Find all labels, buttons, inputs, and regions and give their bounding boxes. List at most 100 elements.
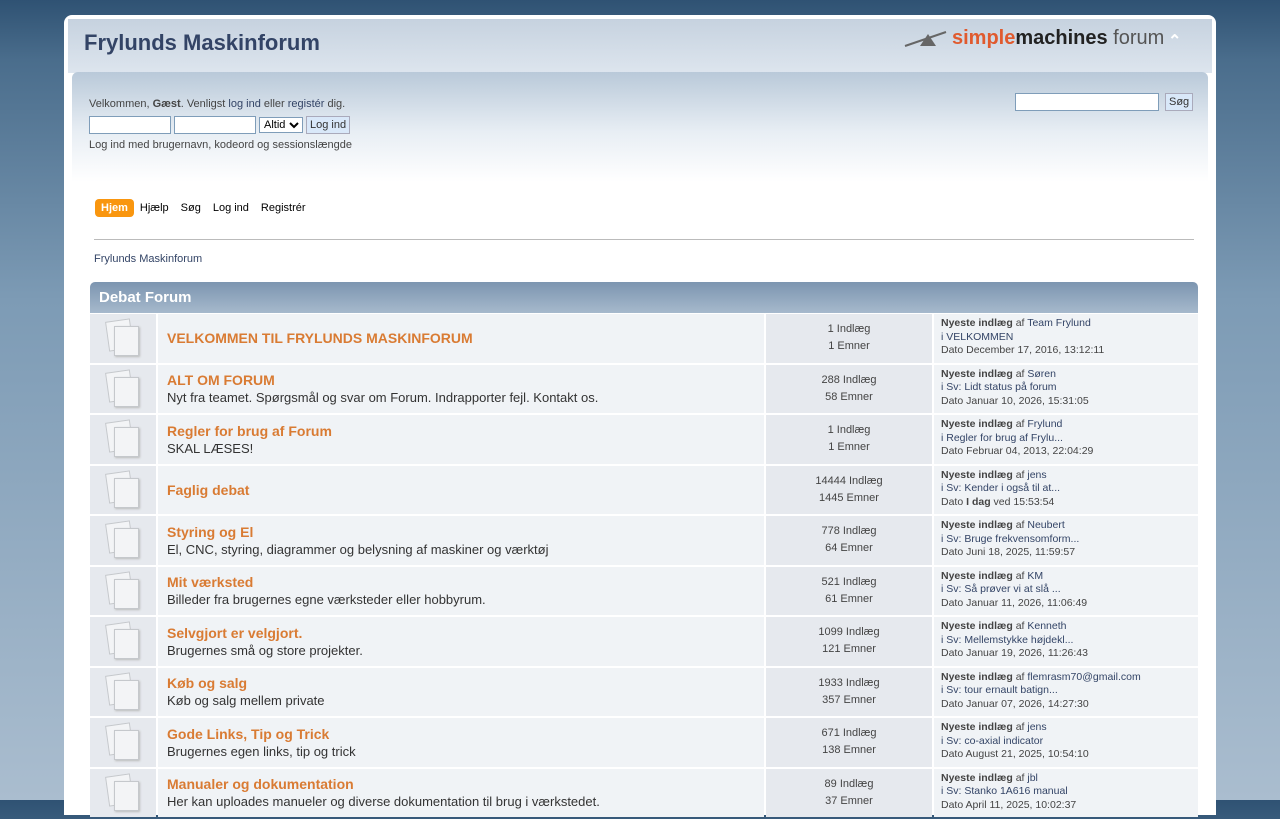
post-count: 1 Indlæg — [827, 323, 871, 336]
last-post: Nyeste indlæg af KM i Sv: Så prøver vi at… — [934, 566, 1198, 615]
last-post-author[interactable]: jens — [1027, 721, 1046, 733]
last-post-topic[interactable]: i Sv: Bruge frekvensomform... — [941, 533, 1079, 545]
category-header[interactable]: Debat Forum — [90, 282, 1198, 313]
login-link[interactable]: log ind — [228, 98, 260, 110]
last-post-author[interactable]: Frylund — [1027, 418, 1062, 430]
board-stats: 14444 Indlæg 1445 Emner — [766, 465, 932, 514]
last-post-author[interactable]: jens — [1027, 469, 1046, 481]
last-post-author[interactable]: KM — [1027, 570, 1043, 582]
menu-home[interactable]: Hjem — [95, 199, 134, 217]
board-name[interactable]: Gode Links, Tip og Trick — [167, 726, 755, 742]
board-icon[interactable] — [90, 617, 156, 666]
newest-label: Nyeste indlæg — [941, 771, 1013, 784]
menu-search[interactable]: Søg — [175, 199, 207, 217]
topic-count: 1 Emner — [828, 340, 870, 353]
last-post-topic[interactable]: i Sv: co-axial indicator — [941, 735, 1043, 747]
last-post: Nyeste indlæg af Frylund i Regler for bru… — [934, 415, 1198, 464]
last-post-topic[interactable]: i Sv: Stanko 1A616 manual — [941, 785, 1068, 797]
last-post-topic[interactable]: i Sv: Kender i også til at... — [941, 482, 1060, 494]
page-wrapper: Frylunds Maskinforum simplemachines foru… — [64, 15, 1216, 817]
register-link[interactable]: registér — [288, 98, 325, 110]
board-description: Nyt fra teamet. Spørgsmål og svar om For… — [167, 390, 599, 406]
board-icon[interactable] — [90, 516, 156, 565]
topic-count: 121 Emner — [822, 643, 876, 656]
newest-label: Nyeste indlæg — [941, 569, 1013, 582]
board-name[interactable]: Mit værksted — [167, 574, 755, 590]
last-post-author[interactable]: jbl — [1027, 772, 1038, 784]
newest-label: Nyeste indlæg — [941, 721, 1013, 733]
board-info: Manualer og dokumentation Her kan uploade… — [158, 768, 764, 817]
board-row: ALT OM FORUM Nyt fra teamet. Spørgsmål og… — [90, 364, 1198, 413]
last-post-topic[interactable]: i VELKOMMEN — [941, 331, 1013, 343]
board-stats: 1 Indlæg 1 Emner — [766, 415, 932, 464]
search-button[interactable]: Søg — [1165, 93, 1194, 111]
topic-count: 357 Emner — [822, 693, 876, 706]
last-post-topic[interactable]: i Sv: Lidt status på forum — [941, 381, 1057, 393]
board-stats: 89 Indlæg 37 Emner — [766, 768, 932, 817]
board-name[interactable]: Regler for brug af Forum — [167, 423, 755, 439]
board-icon[interactable] — [90, 768, 156, 817]
date-label: Dato — [941, 596, 967, 609]
menu-help[interactable]: Hjælp — [134, 199, 175, 217]
last-post-author[interactable]: Søren — [1027, 368, 1056, 380]
board-name[interactable]: Manualer og dokumentation — [167, 776, 755, 792]
date-today: I dag — [966, 495, 991, 508]
session-length-select[interactable]: Altid — [259, 117, 303, 133]
last-post-author[interactable]: Neubert — [1027, 519, 1064, 531]
last-post-topic[interactable]: i Regler for brug af Frylu... — [941, 432, 1063, 444]
topic-count: 1 Emner — [828, 441, 870, 454]
board-icon[interactable] — [90, 566, 156, 615]
last-post-author[interactable]: Kenneth — [1027, 620, 1066, 632]
board-name[interactable]: VELKOMMEN TIL FRYLUNDS MASKINFORUM — [167, 330, 755, 346]
board-info: Mit værksted Billeder fra brugernes egne … — [158, 566, 764, 615]
post-count: 778 Indlæg — [821, 525, 877, 538]
newest-label: Nyeste indlæg — [941, 670, 1013, 683]
last-post-topic[interactable]: i Sv: Så prøver vi at slå ... — [941, 583, 1061, 595]
by-label: af — [1012, 569, 1028, 582]
post-count: 288 Indlæg — [821, 373, 877, 386]
board-description: Her kan uploades manueler og diverse dok… — [167, 794, 600, 810]
smf-logo[interactable]: simplemachines forum — [904, 27, 1164, 50]
forum-title[interactable]: Frylunds Maskinforum — [84, 30, 320, 56]
collapse-icon[interactable]: ⌃ — [1168, 31, 1181, 51]
board-icon[interactable] — [90, 364, 156, 413]
board-info: VELKOMMEN TIL FRYLUNDS MASKINFORUM — [158, 314, 764, 363]
last-post-date: April 11, 2025, 10:02:37 — [965, 798, 1077, 811]
date-label: Dato — [941, 445, 967, 457]
board-info: Selvgjort er velgjort. Brugernes små og s… — [158, 617, 764, 666]
board-icon[interactable] — [90, 465, 156, 514]
board-row: Regler for brug af Forum SKAL LÆSES! 1 In… — [90, 415, 1198, 464]
date-label: Dato — [941, 697, 967, 710]
board-row: VELKOMMEN TIL FRYLUNDS MASKINFORUM 1 Ind… — [90, 314, 1198, 363]
last-post: Nyeste indlæg af Team Frylund i VELKOMMEN… — [934, 314, 1198, 363]
breadcrumb[interactable]: Frylunds Maskinforum — [94, 253, 202, 265]
last-post-date: August 21, 2025, 10:54:10 — [965, 748, 1089, 760]
board-icon[interactable] — [90, 314, 156, 363]
last-post-author[interactable]: Team Frylund — [1027, 317, 1091, 329]
last-post-author[interactable]: flemrasm70@gmail.com — [1027, 671, 1140, 683]
post-count: 671 Indlæg — [821, 727, 877, 740]
board-list: VELKOMMEN TIL FRYLUNDS MASKINFORUM 1 Ind… — [90, 314, 1198, 819]
board-icon[interactable] — [90, 718, 156, 767]
board-name[interactable]: ALT OM FORUM — [167, 372, 755, 388]
last-post-topic[interactable]: i Sv: Mellemstykke højdekl... — [941, 634, 1073, 646]
last-post-topic[interactable]: i Sv: tour ernault batign... — [941, 684, 1058, 696]
topic-count: 37 Emner — [825, 794, 873, 807]
login-button[interactable]: Log ind — [306, 116, 351, 134]
board-name[interactable]: Styring og El — [167, 524, 755, 540]
board-name[interactable]: Faglig debat — [167, 482, 755, 498]
post-count: 1933 Indlæg — [818, 676, 880, 689]
search-input[interactable] — [1015, 93, 1159, 111]
board-icon[interactable] — [90, 415, 156, 464]
user-section: Velkommen, Gæst. Venligst log ind eller … — [72, 72, 1208, 182]
board-icon[interactable] — [90, 667, 156, 716]
board-name[interactable]: Køb og salg — [167, 675, 755, 691]
date-label: Dato — [941, 495, 967, 508]
menu-register[interactable]: Registrér — [255, 199, 312, 217]
board-info: Styring og El El, CNC, styring, diagramme… — [158, 516, 764, 565]
board-name[interactable]: Selvgjort er velgjort. — [167, 625, 755, 641]
menu-login[interactable]: Log ind — [207, 199, 255, 217]
username-input[interactable] — [89, 116, 171, 134]
board-description: Brugernes små og store projekter. — [167, 642, 363, 658]
password-input[interactable] — [174, 116, 256, 134]
